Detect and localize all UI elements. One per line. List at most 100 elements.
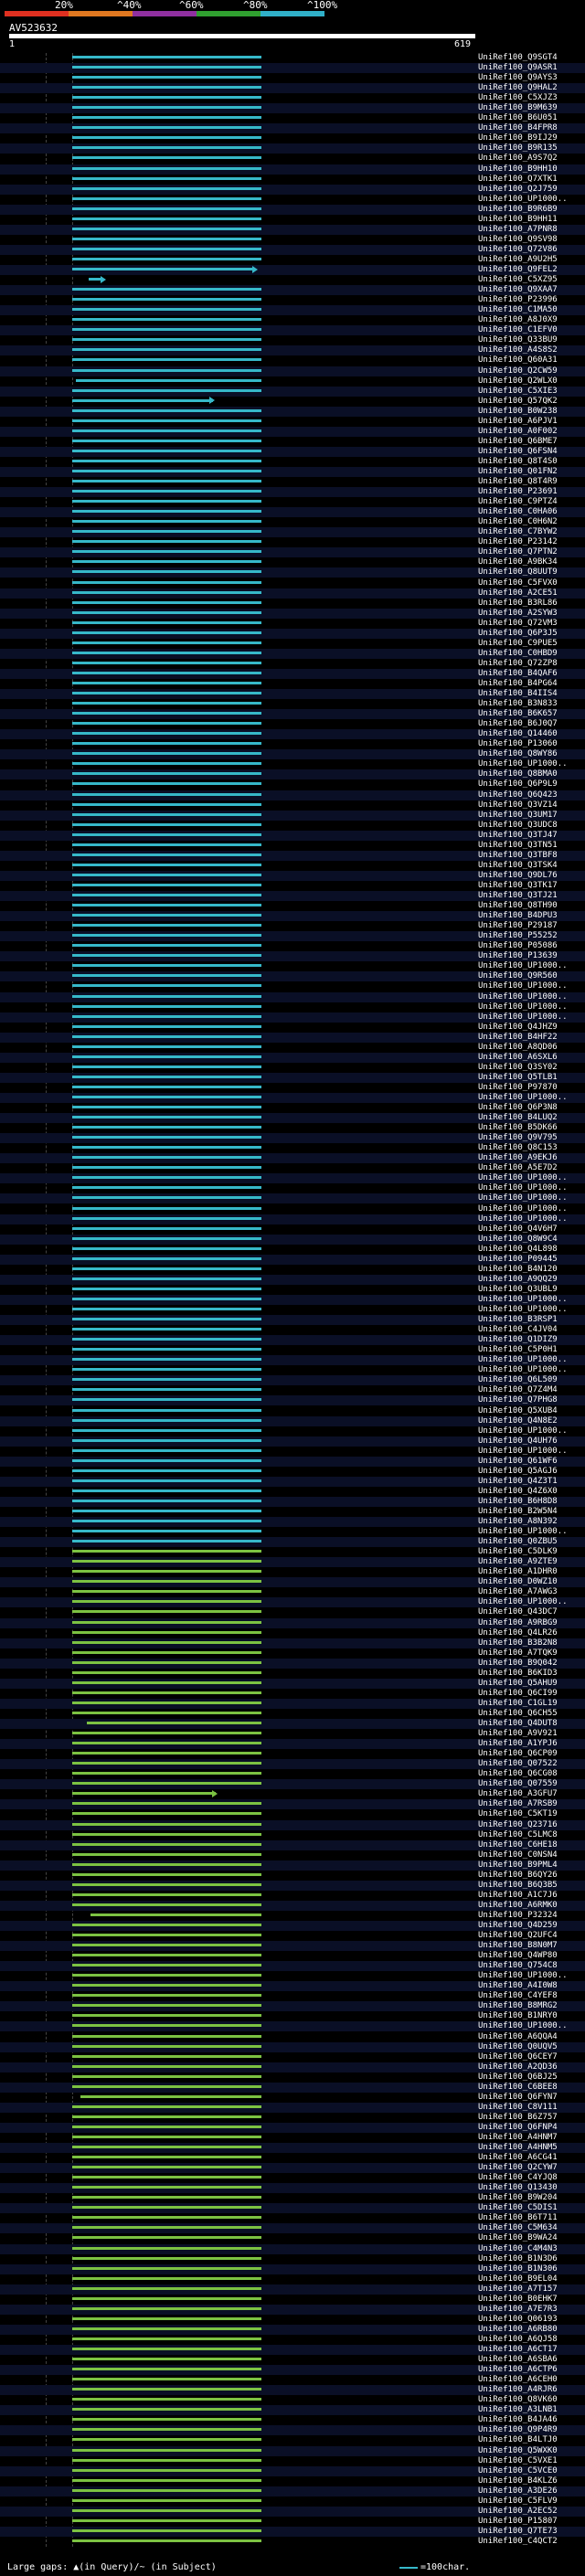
hit-label[interactable]: UniRef100_A9BK34: [478, 557, 583, 567]
hit-label[interactable]: UniRef100_Q6CEY7: [478, 2052, 583, 2062]
hit-label[interactable]: UniRef100_B4HF22: [478, 1033, 583, 1042]
hit-label[interactable]: UniRef100_B8MRG2: [478, 2001, 583, 2010]
hit-label[interactable]: UniRef100_C0H6N2: [478, 517, 583, 526]
hit-bar[interactable]: [72, 207, 261, 210]
hit-bar[interactable]: [72, 1004, 261, 1008]
hit-label[interactable]: UniRef100_A6CT17: [478, 2345, 583, 2354]
hit-bar[interactable]: [72, 338, 261, 342]
hit-bar[interactable]: [72, 1923, 261, 1926]
hit-label[interactable]: UniRef100_B4KLZ6: [478, 2476, 583, 2486]
hit-bar[interactable]: [72, 1014, 261, 1018]
hit-bar[interactable]: [72, 762, 261, 766]
hit-bar[interactable]: [72, 500, 261, 504]
hit-bar[interactable]: [72, 2368, 261, 2371]
hit-bar[interactable]: [72, 1540, 261, 1543]
hit-label[interactable]: UniRef100_Q3TBF8: [478, 851, 583, 860]
hit-bar[interactable]: [72, 2014, 261, 2018]
hit-bar[interactable]: [72, 2478, 261, 2482]
hit-bar[interactable]: [72, 1640, 261, 1644]
hit-label[interactable]: UniRef100_C5FLV9: [478, 2496, 583, 2506]
hit-label[interactable]: UniRef100_Q14460: [478, 729, 583, 738]
hit-label[interactable]: UniRef100_C6BEE8: [478, 2083, 583, 2092]
hit-label[interactable]: UniRef100_Q9ASR1: [478, 63, 583, 72]
hit-bar[interactable]: [72, 1246, 261, 1250]
hit-bar[interactable]: [72, 2246, 261, 2250]
hit-label[interactable]: UniRef100_Q8C153: [478, 1143, 583, 1152]
hit-bar[interactable]: [72, 1822, 261, 1826]
hit-bar[interactable]: [72, 1338, 261, 1341]
hit-bar[interactable]: [72, 1994, 261, 1998]
hit-label[interactable]: UniRef100_B8N0M7: [478, 1941, 583, 1950]
hit-bar[interactable]: [72, 1348, 261, 1352]
hit-bar[interactable]: [72, 2348, 261, 2351]
hit-bar[interactable]: [72, 2306, 261, 2310]
hit-bar[interactable]: [72, 348, 261, 352]
hit-bar[interactable]: [72, 1096, 261, 1098]
hit-bar[interactable]: [72, 328, 261, 332]
hit-label[interactable]: UniRef100_Q4V6H7: [478, 1224, 583, 1234]
hit-label[interactable]: UniRef100_Q6CH55: [478, 1709, 583, 1718]
hit-label[interactable]: UniRef100_A7AWG3: [478, 1587, 583, 1596]
hit-label[interactable]: UniRef100_UP1000..: [478, 1426, 583, 1436]
hit-bar[interactable]: [72, 2408, 261, 2412]
hit-bar[interactable]: [72, 429, 261, 432]
hit-bar[interactable]: [72, 2428, 261, 2432]
hit-label[interactable]: UniRef100_Q07559: [478, 1779, 583, 1788]
hit-bar[interactable]: [72, 186, 261, 190]
hit-bar[interactable]: [72, 106, 261, 110]
hit-label[interactable]: UniRef100_Q4D259: [478, 1921, 583, 1930]
hit-label[interactable]: UniRef100_A6SXL6: [478, 1053, 583, 1062]
hit-bar[interactable]: [72, 2498, 261, 2502]
hit-bar[interactable]: [72, 56, 261, 58]
hit-bar[interactable]: [72, 1550, 261, 1553]
hit-label[interactable]: UniRef100_Q4L898: [478, 1245, 583, 1254]
hit-label[interactable]: UniRef100_B4DPU3: [478, 911, 583, 920]
hit-bar[interactable]: [72, 2508, 261, 2512]
hit-bar[interactable]: [72, 1136, 261, 1140]
hit-bar[interactable]: [72, 1802, 261, 1806]
hit-bar[interactable]: [72, 671, 261, 674]
hit-bar[interactable]: [72, 1448, 261, 1452]
hit-bar[interactable]: [72, 510, 261, 514]
hit-label[interactable]: UniRef100_P55252: [478, 931, 583, 940]
hit-label[interactable]: UniRef100_Q9V795: [478, 1133, 583, 1142]
hit-bar[interactable]: [72, 439, 261, 442]
hit-bar[interactable]: [72, 358, 261, 362]
hit-label[interactable]: UniRef100_A6CG41: [478, 2153, 583, 2162]
hit-bar[interactable]: [72, 2196, 261, 2200]
hit-bar[interactable]: [72, 156, 261, 160]
hit-label[interactable]: UniRef100_UP1000..: [478, 981, 583, 991]
hit-bar[interactable]: [72, 540, 261, 544]
hit-label[interactable]: UniRef100_C1MA50: [478, 305, 583, 314]
hit-label[interactable]: UniRef100_Q61WF6: [478, 1457, 583, 1466]
hit-label[interactable]: UniRef100_Q33BU9: [478, 335, 583, 345]
hit-label[interactable]: UniRef100_A6QQA4: [478, 2032, 583, 2041]
hit-bar[interactable]: [72, 1085, 261, 1088]
hit-label[interactable]: UniRef100_C4YJQ8: [478, 2173, 583, 2182]
hit-bar[interactable]: [72, 560, 261, 564]
hit-label[interactable]: UniRef100_UP1000..: [478, 1012, 583, 1022]
hit-bar[interactable]: [72, 1520, 261, 1523]
hit-bar[interactable]: [72, 1034, 261, 1038]
hit-bar[interactable]: [80, 2094, 261, 2098]
hit-label[interactable]: UniRef100_A4HNM7: [478, 2133, 583, 2142]
hit-bar[interactable]: [72, 2358, 261, 2361]
hit-label[interactable]: UniRef100_UP1000..: [478, 1204, 583, 1214]
hit-bar[interactable]: [72, 1600, 261, 1604]
hit-bar[interactable]: [72, 2034, 261, 2038]
hit-label[interactable]: UniRef100_A2CE51: [478, 588, 583, 598]
hit-label[interactable]: UniRef100_A6CTP6: [478, 2365, 583, 2374]
hit-bar[interactable]: [72, 237, 261, 240]
hit-label[interactable]: UniRef100_UP1000..: [478, 1355, 583, 1364]
hit-bar[interactable]: [72, 873, 261, 876]
hit-bar[interactable]: [72, 1752, 261, 1755]
hit-bar[interactable]: [72, 288, 261, 292]
hit-label[interactable]: UniRef100_B6K657: [478, 709, 583, 718]
hit-bar[interactable]: [72, 1166, 261, 1170]
hit-label[interactable]: UniRef100_UP1000..: [478, 1193, 583, 1203]
hit-bar[interactable]: [72, 2136, 261, 2138]
hit-label[interactable]: UniRef100_B4IIS4: [478, 689, 583, 698]
hit-bar[interactable]: [72, 1398, 261, 1402]
hit-bar[interactable]: [72, 2166, 261, 2169]
hit-label[interactable]: UniRef100_B6Q3B5: [478, 1881, 583, 1890]
